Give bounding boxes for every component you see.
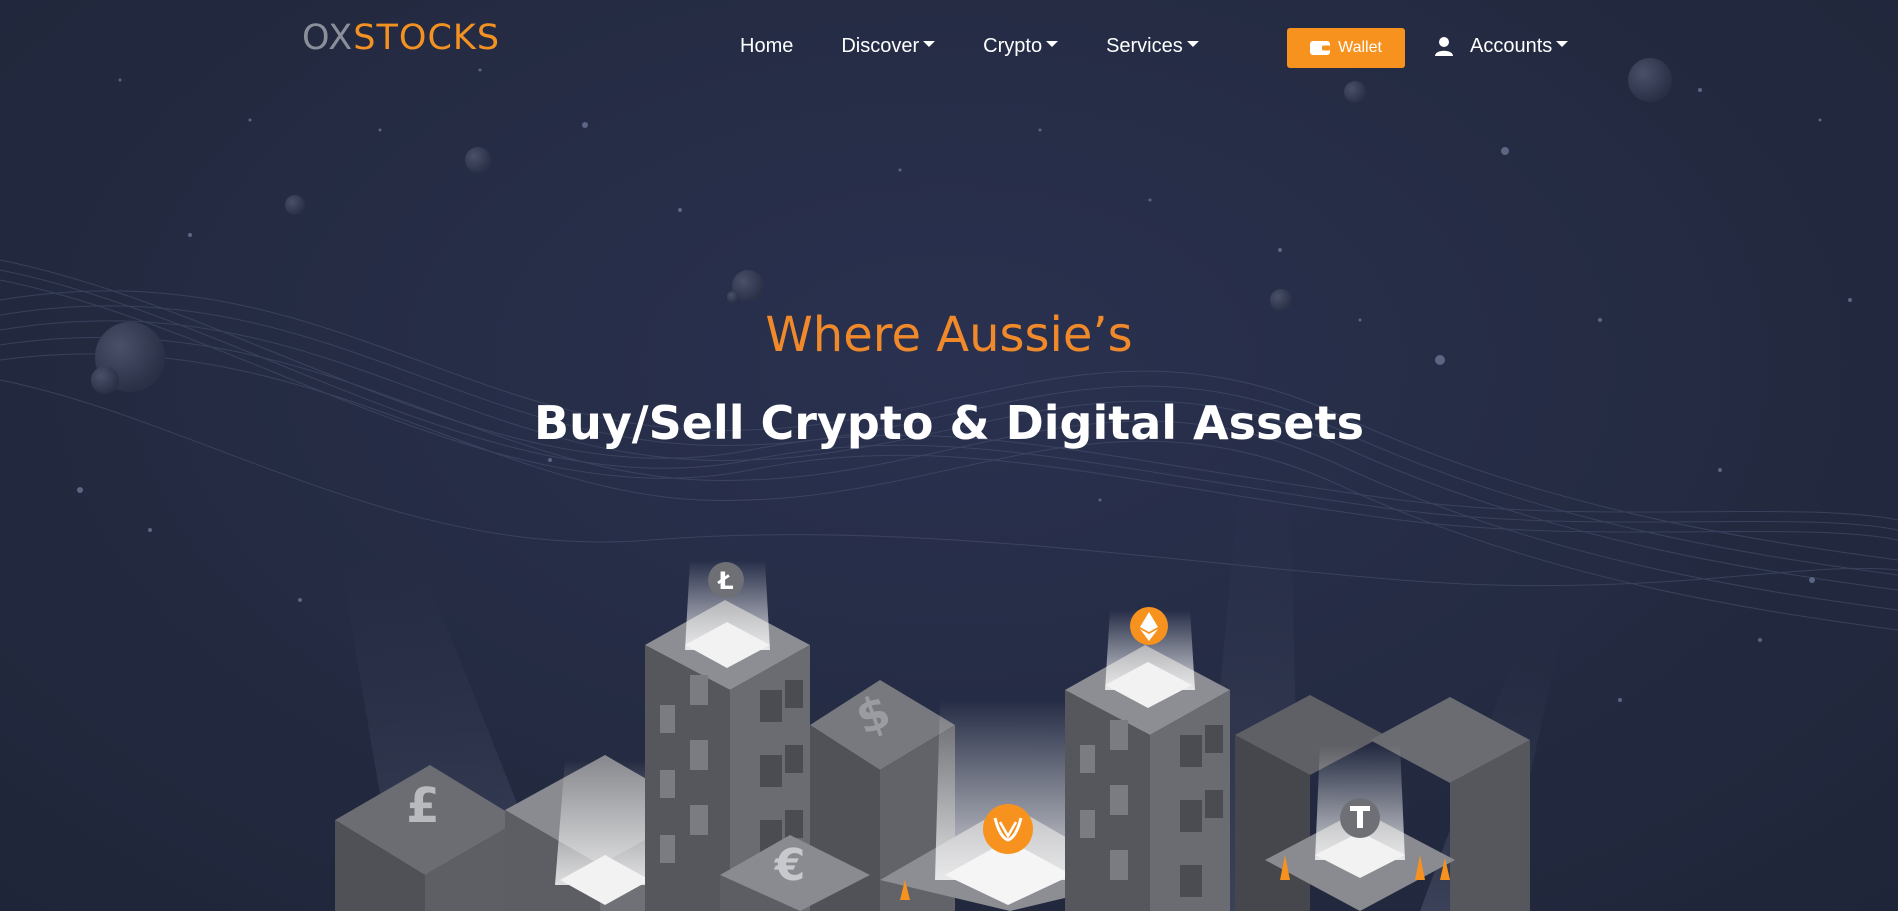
ethereum-icon bbox=[1130, 607, 1168, 645]
nav-discover[interactable]: Discover bbox=[841, 28, 936, 64]
logo-stocks: STOCKS bbox=[353, 18, 501, 58]
wallet-label: Wallet bbox=[1338, 39, 1382, 56]
oxstocks-bull-icon bbox=[983, 804, 1033, 854]
pound-icon: £ bbox=[406, 778, 439, 834]
user-icon bbox=[1435, 37, 1453, 56]
accounts-label: Accounts bbox=[1470, 35, 1553, 57]
nav-services[interactable]: Services bbox=[1106, 28, 1199, 64]
caret-down-icon bbox=[923, 41, 936, 47]
svg-text:€: € bbox=[774, 840, 806, 891]
svg-text:£: £ bbox=[406, 778, 439, 834]
logo-ox: OX bbox=[302, 18, 354, 58]
nav-home[interactable]: Home bbox=[740, 28, 793, 64]
building-ethereum bbox=[1065, 610, 1230, 911]
accounts-menu[interactable]: Accounts bbox=[1434, 28, 1569, 64]
litecoin-icon: Ł bbox=[708, 562, 744, 598]
page: £ Ł $ € OXSTOCKS Home Discover Crypto Se… bbox=[0, 0, 1898, 911]
svg-text:Ł: Ł bbox=[716, 567, 733, 595]
caret-down-icon bbox=[1186, 41, 1199, 47]
nav-services-label: Services bbox=[1106, 35, 1183, 57]
tether-icon bbox=[1340, 798, 1380, 838]
caret-down-icon bbox=[1556, 41, 1569, 47]
nav-crypto-label: Crypto bbox=[983, 35, 1043, 57]
hero-title: Buy/Sell Crypto & Digital Assets bbox=[534, 396, 1364, 450]
oxstocks-logo[interactable]: OXSTOCKS bbox=[302, 16, 500, 60]
nav-discover-label: Discover bbox=[841, 35, 920, 57]
caret-down-icon bbox=[1046, 41, 1059, 47]
wallet-button[interactable]: Wallet bbox=[1287, 28, 1405, 68]
wallet-icon bbox=[1310, 41, 1331, 55]
crypto-city-illustration: £ Ł $ € bbox=[335, 470, 1560, 911]
hero-eyebrow: Where Aussie’s bbox=[765, 307, 1133, 363]
top-navbar: OXSTOCKS Home Discover Crypto Services W… bbox=[0, 0, 1898, 92]
main-nav: Home Discover Crypto Services bbox=[740, 28, 1247, 64]
nav-home-label: Home bbox=[740, 35, 794, 57]
euro-icon: € bbox=[774, 840, 806, 891]
nav-crypto[interactable]: Crypto bbox=[983, 28, 1059, 64]
